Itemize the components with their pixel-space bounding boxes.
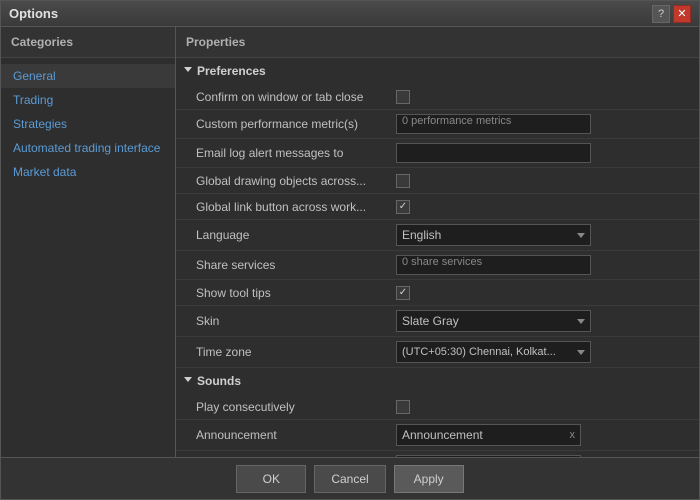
bottom-bar: OK Cancel Apply: [1, 457, 699, 499]
prop-label-language: Language: [196, 228, 396, 242]
prop-label-timezone: Time zone: [196, 345, 396, 359]
checkbox-confirm-close[interactable]: [396, 90, 410, 104]
prop-row-language: Language English: [176, 220, 699, 251]
prop-row-tooltips: Show tool tips: [176, 280, 699, 306]
properties-panel: Properties Preferences Confirm on window…: [176, 27, 699, 457]
sounds-section-header[interactable]: Sounds: [176, 368, 699, 394]
properties-scroll[interactable]: Preferences Confirm on window or tab clo…: [176, 58, 699, 457]
category-item-general[interactable]: General: [1, 64, 175, 88]
prop-row-global-drawing: Global drawing objects across...: [176, 168, 699, 194]
prop-row-share-services: Share services 0 share services: [176, 251, 699, 280]
category-item-market-data[interactable]: Market data: [1, 160, 175, 184]
dropdown-timezone-arrow-icon: [577, 350, 585, 355]
categories-panel: Categories General Trading Strategies Au…: [1, 27, 176, 457]
prop-value-email: [396, 143, 691, 163]
ok-button[interactable]: OK: [236, 465, 306, 493]
prop-value-announcement: Announcement x: [396, 424, 691, 446]
prop-label-global-drawing: Global drawing objects across...: [196, 174, 396, 188]
dropdown-skin-arrow-icon: [577, 319, 585, 324]
prop-value-language: English: [396, 224, 691, 246]
prop-label-performance: Custom performance metric(s): [196, 117, 396, 131]
checkbox-global-link[interactable]: [396, 200, 410, 214]
prop-value-global-link: [396, 200, 691, 214]
input-announcement[interactable]: Announcement x: [396, 424, 581, 446]
window-title: Options: [9, 6, 58, 21]
apply-button[interactable]: Apply: [394, 465, 464, 493]
prop-row-announcement: Announcement Announcement x: [176, 420, 699, 451]
sounds-section-label: Sounds: [197, 374, 241, 388]
prop-label-share-services: Share services: [196, 258, 396, 272]
close-button[interactable]: ✕: [673, 5, 691, 23]
preferences-section-header[interactable]: Preferences: [176, 58, 699, 84]
preferences-triangle-icon: [184, 67, 192, 76]
dropdown-language[interactable]: English: [396, 224, 591, 246]
prop-value-share-services: 0 share services: [396, 255, 691, 275]
input-performance[interactable]: 0 performance metrics: [396, 114, 591, 134]
preferences-section-label: Preferences: [197, 64, 266, 78]
prop-value-skin: Slate Gray: [396, 310, 691, 332]
title-bar-left: Options: [9, 6, 58, 21]
prop-row-global-link: Global link button across work...: [176, 194, 699, 220]
prop-label-announcement: Announcement: [196, 428, 396, 442]
prop-value-performance: 0 performance metrics: [396, 114, 691, 134]
title-bar-right: ? ✕: [652, 5, 691, 23]
input-email[interactable]: [396, 143, 591, 163]
title-bar: Options ? ✕: [1, 1, 699, 27]
prop-row-timezone: Time zone (UTC+05:30) Chennai, Kolkat...: [176, 337, 699, 368]
category-item-strategies[interactable]: Strategies: [1, 112, 175, 136]
prop-row-skin: Skin Slate Gray: [176, 306, 699, 337]
prop-value-play-consecutive: [396, 400, 691, 414]
prop-label-global-link: Global link button across work...: [196, 200, 396, 214]
dropdown-timezone[interactable]: (UTC+05:30) Chennai, Kolkat...: [396, 341, 591, 363]
checkbox-tooltips[interactable]: [396, 286, 410, 300]
sounds-triangle-icon: [184, 377, 192, 386]
prop-row-confirm-close: Confirm on window or tab close: [176, 84, 699, 110]
prop-label-skin: Skin: [196, 314, 396, 328]
dropdown-skin[interactable]: Slate Gray: [396, 310, 591, 332]
options-window: Options ? ✕ Categories General Trading S…: [0, 0, 700, 500]
prop-value-timezone: (UTC+05:30) Chennai, Kolkat...: [396, 341, 691, 363]
category-item-automated[interactable]: Automated trading interface: [1, 136, 175, 160]
help-button[interactable]: ?: [652, 5, 670, 23]
checkbox-global-drawing[interactable]: [396, 174, 410, 188]
categories-header: Categories: [1, 27, 175, 58]
category-item-trading[interactable]: Trading: [1, 88, 175, 112]
main-content: Categories General Trading Strategies Au…: [1, 27, 699, 457]
input-share-services[interactable]: 0 share services: [396, 255, 591, 275]
prop-value-tooltips: [396, 286, 691, 300]
prop-row-email: Email log alert messages to: [176, 139, 699, 168]
prop-row-play-consecutive: Play consecutively: [176, 394, 699, 420]
cancel-button[interactable]: Cancel: [314, 465, 385, 493]
prop-value-confirm-close: [396, 90, 691, 104]
checkbox-play-consecutive[interactable]: [396, 400, 410, 414]
announcement-clear-icon[interactable]: x: [570, 429, 576, 441]
prop-label-email: Email log alert messages to: [196, 146, 396, 160]
prop-label-confirm-close: Confirm on window or tab close: [196, 90, 396, 104]
dropdown-language-arrow-icon: [577, 233, 585, 238]
prop-row-performance: Custom performance metric(s) 0 performan…: [176, 110, 699, 139]
prop-label-tooltips: Show tool tips: [196, 286, 396, 300]
properties-header: Properties: [176, 27, 699, 58]
category-list: General Trading Strategies Automated tra…: [1, 58, 175, 190]
prop-value-global-drawing: [396, 174, 691, 188]
prop-label-play-consecutive: Play consecutively: [196, 400, 396, 414]
